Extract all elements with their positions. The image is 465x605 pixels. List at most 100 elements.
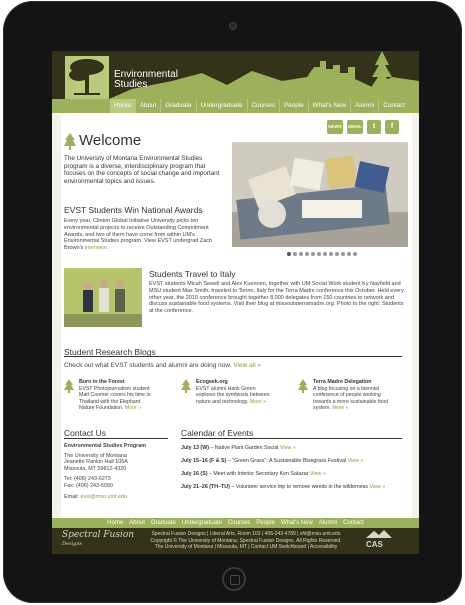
nav-courses[interactable]: Courses <box>246 99 279 113</box>
awards-text: Every year, Clinton Global Initiative Un… <box>64 218 224 252</box>
site-title[interactable]: Environmental Studies <box>114 70 178 90</box>
slide-dot[interactable] <box>323 252 327 256</box>
brand-left: Spectral Fusion <box>62 530 135 540</box>
nav-contact[interactable]: Contact <box>378 99 409 113</box>
tree-icon <box>298 379 308 393</box>
blog-more-link[interactable]: More » <box>125 405 141 411</box>
nav-graduate[interactable]: Graduate <box>160 99 195 113</box>
italy-text: EVST students Micah Sewell and Alex Kuen… <box>149 281 404 315</box>
footer-nav-courses[interactable]: Courses <box>225 520 253 526</box>
blog-title[interactable]: Terra Madre Delegation <box>313 379 371 385</box>
footer-nav-whats-new[interactable]: What's New <box>278 520 316 526</box>
event-date: July 13 (W) <box>181 445 209 451</box>
contact-fax: Fax: (406) 243-6090 <box>64 482 113 489</box>
nav-whats-new[interactable]: What's New <box>307 99 350 113</box>
footer-nav-people[interactable]: People <box>253 520 278 526</box>
event-date: July 15–16 (F & S) <box>181 458 227 464</box>
footer-nav-contact[interactable]: Contact <box>340 520 367 526</box>
italy-heading[interactable]: Students Travel to Italy <box>149 269 235 279</box>
slide-dot[interactable] <box>287 252 291 256</box>
news-icon[interactable]: NEWS <box>327 120 343 134</box>
blog-title[interactable]: Ecogeek.org <box>196 379 228 385</box>
footer-text: Spectral Fusion Designs | Liberal Arts, … <box>140 531 352 551</box>
calendar-divider <box>181 438 402 439</box>
footer-nav-home[interactable]: Home <box>104 520 126 526</box>
tree-icon <box>64 379 74 393</box>
event-text: – "Green Grass": A Sustainable Bluegrass… <box>226 458 347 464</box>
hero-photo <box>232 142 408 247</box>
slide-dot[interactable] <box>341 252 345 256</box>
contact-email-link[interactable]: evst@mso.umt.edu <box>80 494 127 500</box>
event-view-link[interactable]: View » <box>348 458 364 464</box>
slide-dot[interactable] <box>293 252 297 256</box>
hero-image[interactable] <box>232 142 408 247</box>
contact-address1: The University of Montana <box>64 452 127 459</box>
cas-logo[interactable]: CAS <box>366 530 392 549</box>
slide-dot[interactable] <box>299 252 303 256</box>
welcome-text: The University of Montana Environmental … <box>64 155 220 185</box>
slide-dot[interactable] <box>317 252 321 256</box>
blog-more-link[interactable]: More » <box>250 399 266 405</box>
slide-dot[interactable] <box>329 252 333 256</box>
slide-dot[interactable] <box>305 252 309 256</box>
tablet-frame: Environmental Studies Home About Graduat… <box>3 1 462 603</box>
footer-nav-graduate[interactable]: Graduate <box>148 520 179 526</box>
event-view-link[interactable]: View » <box>280 445 296 451</box>
blog-title[interactable]: Born in the Forest <box>79 379 125 385</box>
contact-divider <box>64 438 168 439</box>
nav-people[interactable]: People <box>279 99 308 113</box>
skyline-banner <box>52 51 419 99</box>
blog-text: EVST alumni Hank Green explores the symb… <box>196 386 272 405</box>
event-text: – Native Plant Garden Social <box>208 445 279 451</box>
calendar-heading: Calendar of Events <box>181 428 254 438</box>
students-photo <box>64 268 142 327</box>
calendar-item: July 16 (S) – Meet with Interior Secreta… <box>181 471 401 477</box>
slide-dot[interactable] <box>347 252 351 256</box>
blog-body: A blog focusing on a biennial conference… <box>313 386 388 411</box>
welcome-title: Welcome <box>79 132 142 149</box>
facebook-icon[interactable]: f <box>385 120 399 134</box>
footer-nav-about[interactable]: About <box>126 520 148 526</box>
blog-text: A blog focusing on a biennial conference… <box>313 386 389 411</box>
spectral-fusion-logo[interactable]: Spectral Fusion Designs <box>62 531 134 548</box>
contact-block: Environmental Studies Program The Univer… <box>64 443 174 500</box>
screen: Environmental Studies Home About Graduat… <box>52 51 419 554</box>
event-text: – Volunteer service trip to remove weeds… <box>229 484 368 490</box>
email-icon[interactable]: EMAIL <box>347 120 363 134</box>
footer-nav: Home About Graduate Undergraduate Course… <box>52 518 419 528</box>
blog-more-link[interactable]: More » <box>332 405 348 411</box>
event-date: July 16 (S) <box>181 471 208 477</box>
slide-dot[interactable] <box>353 252 357 256</box>
contact-program: Environmental Studies Program <box>64 443 147 449</box>
slide-dot[interactable] <box>335 252 339 256</box>
nav-about[interactable]: About <box>134 99 160 113</box>
brand-left-sub: Designs <box>62 541 83 547</box>
tree-icon <box>64 133 76 150</box>
event-view-link[interactable]: View » <box>369 484 385 490</box>
footer-line1: Spectral Fusion Designs | Liberal Arts, … <box>151 531 341 537</box>
event-view-link[interactable]: View » <box>310 471 326 477</box>
site-title-line2: Studies <box>114 79 148 90</box>
contact-address2: Jeanette Rankin Hall 106A <box>64 459 128 466</box>
camera-lens <box>229 22 237 30</box>
italy-photo[interactable] <box>64 268 142 327</box>
nav-undergraduate[interactable]: Undergraduate <box>195 99 247 113</box>
awards-interview-link[interactable]: interview. <box>85 245 108 251</box>
contact-heading: Contact Us <box>64 428 107 438</box>
slideshow-dots <box>287 252 357 256</box>
mountain-icon <box>366 530 392 538</box>
blog-text: EVST Photojournalism student Matt Coomer… <box>79 386 155 411</box>
home-button[interactable] <box>222 567 246 591</box>
contact-address3: Missoula, MT 59812-4320 <box>64 465 127 472</box>
slide-dot[interactable] <box>311 252 315 256</box>
footer-nav-alumni[interactable]: Alumni <box>316 520 340 526</box>
site-header: Environmental Studies <box>52 51 419 99</box>
nav-home[interactable]: Home <box>110 99 135 113</box>
footer-nav-undergraduate[interactable]: Undergraduate <box>179 520 225 526</box>
awards-heading[interactable]: EVST Students Win National Awards <box>64 205 203 215</box>
calendar-item: July 21–26 (TH–TU) – Volunteer service t… <box>181 484 401 490</box>
blogs-view-all-link[interactable]: View all » <box>233 362 261 369</box>
nav-alumni[interactable]: Alumni <box>350 99 378 113</box>
main-content: NEWS EMAIL t f Welcome The University of… <box>61 113 412 518</box>
twitter-icon[interactable]: t <box>367 120 381 134</box>
